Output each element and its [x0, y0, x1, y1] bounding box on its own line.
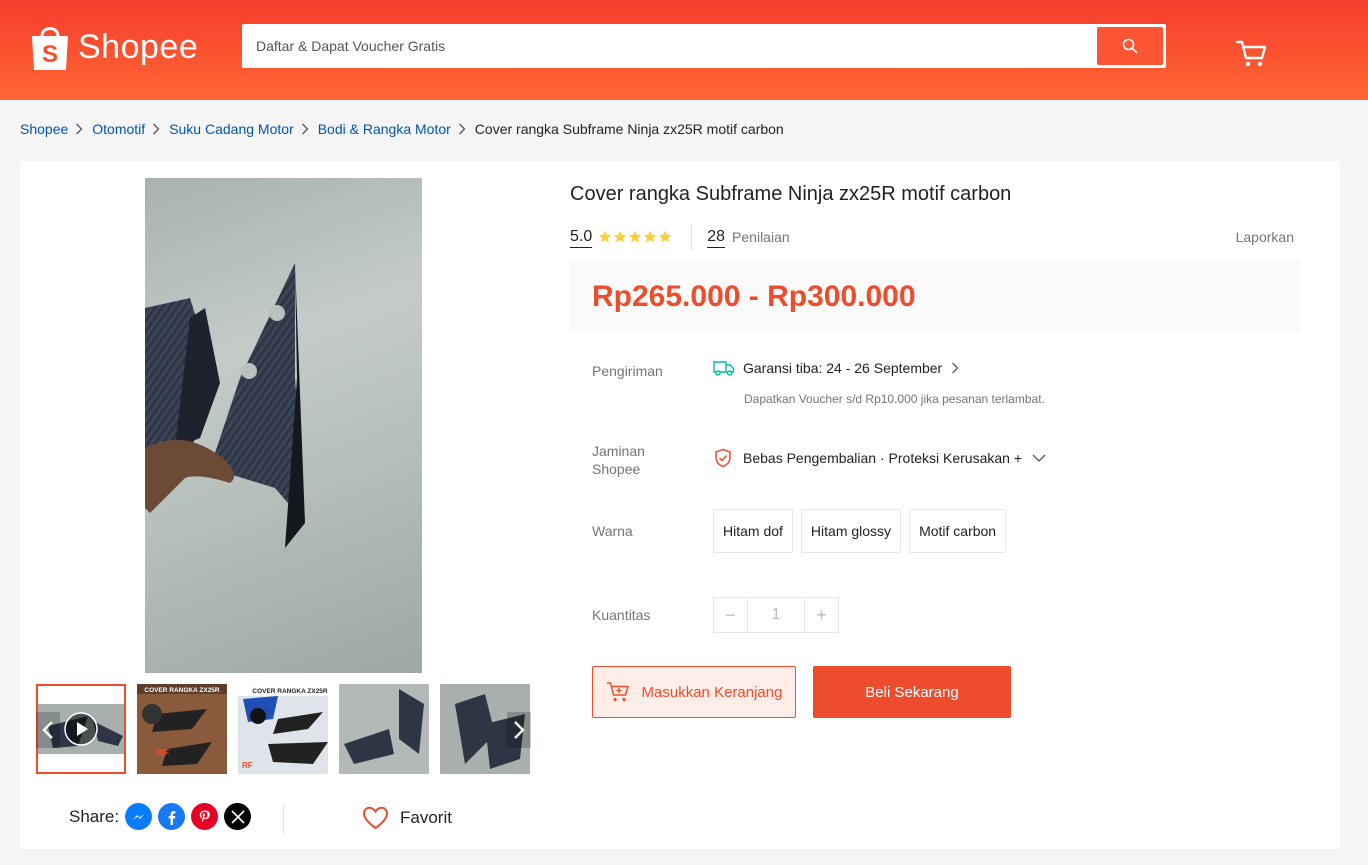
share-label: Share:	[69, 806, 120, 826]
breadcrumb: Shopee Otomotif Suku Cadang Motor Bodi &…	[20, 121, 784, 137]
chevron-right-icon	[952, 362, 959, 374]
variant-label: Warna	[592, 523, 633, 539]
shipping-label: Pengiriman	[592, 363, 663, 379]
search-icon	[1122, 38, 1138, 54]
breadcrumb-shopee[interactable]: Shopee	[20, 121, 68, 137]
heart-icon	[362, 806, 389, 830]
quantity-decrease-button[interactable]: −	[713, 597, 748, 633]
rating-stars	[598, 230, 673, 244]
breadcrumb-bodi-rangka[interactable]: Bodi & Rangka Motor	[318, 121, 451, 137]
shipping-info[interactable]: Garansi tiba: 24 - 26 September	[713, 360, 959, 376]
star-icon	[629, 230, 642, 243]
quantity-input[interactable]	[748, 597, 804, 633]
guarantee-label-line1: Jaminan	[592, 443, 645, 459]
thumbnail-4[interactable]	[339, 684, 429, 774]
search-bar	[242, 24, 1166, 68]
logo-text: Shopee	[78, 27, 199, 66]
thumbnail-prev-button[interactable]	[36, 712, 60, 748]
breadcrumb-suku-cadang[interactable]: Suku Cadang Motor	[169, 121, 294, 137]
star-icon	[659, 230, 672, 243]
svg-text:RF: RF	[157, 748, 169, 758]
chevron-right-icon	[152, 123, 162, 135]
guarantee-text: Bebas Pengembalian · Proteksi Kerusakan …	[743, 450, 1022, 466]
add-to-cart-button[interactable]: Masukkan Keranjang	[592, 666, 796, 718]
product-price: Rp265.000 - Rp300.000	[592, 280, 916, 313]
guarantee-label: Jaminan Shopee	[592, 442, 645, 478]
thumbnail-3[interactable]: COVER RANGKA ZX25R RF	[238, 684, 328, 774]
facebook-icon[interactable]	[158, 803, 186, 830]
divider	[283, 804, 284, 834]
review-count[interactable]: 28	[707, 227, 726, 248]
x-icon[interactable]	[224, 803, 252, 830]
truck-icon	[713, 361, 735, 376]
divider	[691, 224, 693, 250]
variant-options: Hitam dof Hitam glossy Motif carbon	[713, 509, 1014, 553]
thumbnail-next-button[interactable]	[507, 712, 531, 748]
svg-text:COVER RANGKA ZX25R: COVER RANGKA ZX25R	[252, 688, 328, 695]
star-icon	[599, 230, 612, 243]
favorite-button[interactable]: Favorit	[362, 806, 452, 830]
messenger-icon[interactable]	[125, 803, 153, 830]
shield-check-icon	[715, 448, 731, 468]
chevron-down-icon	[1032, 454, 1046, 462]
shopee-bag-icon: S	[32, 27, 68, 70]
breadcrumb-otomotif[interactable]: Otomotif	[92, 121, 145, 137]
variant-motif-carbon[interactable]: Motif carbon	[909, 509, 1007, 553]
price-box: Rp265.000 - Rp300.000	[570, 260, 1301, 332]
report-link[interactable]: Laporkan	[1236, 229, 1294, 245]
favorite-label: Favorit	[400, 808, 452, 827]
star-icon	[614, 230, 627, 243]
thumbnail-2[interactable]: COVER RANGKA ZX25R RF	[137, 684, 227, 774]
pinterest-icon[interactable]	[191, 803, 219, 830]
svg-text:RF: RF	[242, 761, 253, 770]
thumbnail-strip: COVER RANGKA ZX25R RF COVER RANGKA ZX25R…	[36, 684, 531, 774]
shopee-logo[interactable]: S Shopee	[28, 22, 198, 72]
product-card: COVER RANGKA ZX25R RF COVER RANGKA ZX25R…	[20, 161, 1340, 850]
chevron-right-icon	[514, 721, 525, 739]
product-title: Cover rangka Subframe Ninja zx25R motif …	[570, 183, 1012, 205]
chevron-right-icon	[75, 123, 85, 135]
quantity-label: Kuantitas	[592, 607, 651, 623]
chevron-right-icon	[458, 123, 468, 135]
variant-hitam-dof[interactable]: Hitam dof	[713, 509, 793, 553]
review-label: Penilaian	[732, 229, 790, 245]
buy-now-button[interactable]: Beli Sekarang	[813, 666, 1011, 718]
breadcrumb-current: Cover rangka Subframe Ninja zx25R motif …	[474, 121, 784, 137]
rating-score[interactable]: 5.0	[570, 227, 593, 248]
star-icon	[644, 230, 657, 243]
share-row: Share:	[69, 803, 252, 830]
variant-hitam-glossy[interactable]: Hitam glossy	[800, 509, 902, 553]
shipping-voucher-note: Dapatkan Voucher s/d Rp10.000 jika pesan…	[744, 392, 1045, 406]
svg-text:COVER RANGKA ZX25R: COVER RANGKA ZX25R	[144, 687, 220, 694]
add-to-cart-label: Masukkan Keranjang	[641, 683, 783, 701]
chevron-right-icon	[301, 123, 311, 135]
main-product-image[interactable]	[145, 178, 422, 673]
shipping-text: Garansi tiba: 24 - 26 September	[743, 360, 943, 376]
guarantee-info[interactable]: Bebas Pengembalian · Proteksi Kerusakan …	[713, 448, 1046, 468]
search-input[interactable]	[245, 38, 1097, 54]
quantity-increase-button[interactable]: +	[804, 597, 839, 633]
chevron-left-icon	[42, 721, 53, 739]
quantity-stepper: − +	[713, 597, 839, 633]
header: S Shopee	[0, 0, 1368, 100]
cart-icon[interactable]	[1234, 36, 1268, 70]
guarantee-label-line2: Shopee	[592, 461, 641, 477]
search-button[interactable]	[1097, 27, 1163, 65]
product-photo	[145, 263, 305, 548]
add-to-cart-icon	[606, 682, 629, 702]
rating-row: 5.0 28 Penilaian Laporkan	[570, 224, 1294, 250]
svg-text:S: S	[42, 41, 58, 68]
